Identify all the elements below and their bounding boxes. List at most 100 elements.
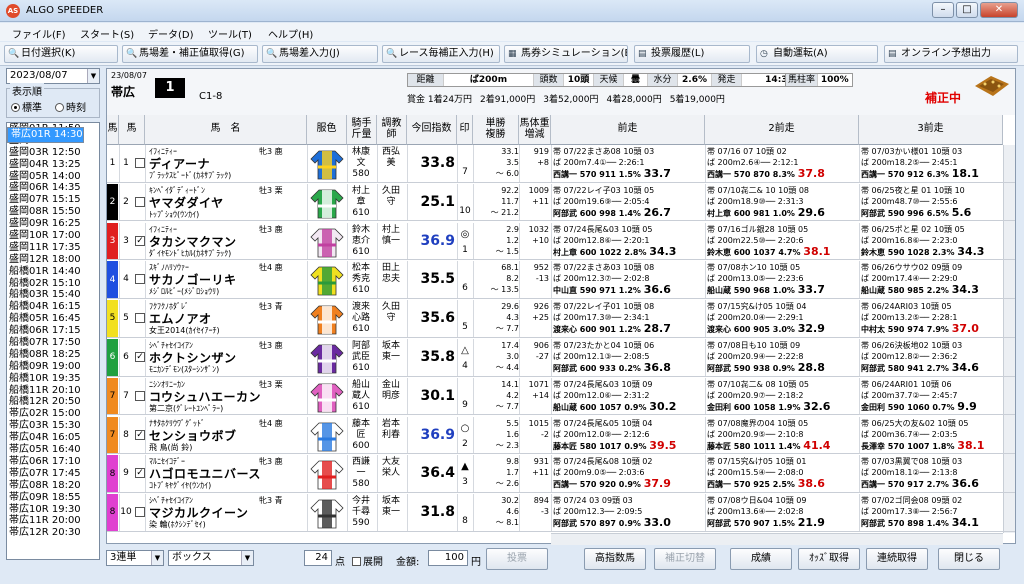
prev-race-1[interactable]: 帯 07/22まさあ08 10頭 03 ば 200m7.4①── 2:26:1 西講… (553, 146, 705, 180)
bet-mode-select[interactable]: ボックス ▼ (168, 550, 254, 566)
prev-race-2[interactable]: 帯 07/08ウ日&04 10頭 09 ば 200m13.6④── 2:02:8 阿… (707, 495, 859, 529)
results-button[interactable]: 成績 (730, 548, 792, 570)
prev-race-2[interactable]: 帯 07/08ホン10 10頭 05 ば 200m13.0⑤── 2:23:6 船山… (707, 262, 859, 296)
prev-race-3[interactable]: 帯 06/25ポと星 02 10頭 05 ば 200m16.8⑥── 2:23:0… (861, 224, 1001, 258)
race-list-item[interactable]: 船橋06R 17:15 (7, 325, 99, 337)
race-list-item[interactable]: 船橋02R 15:10 (7, 278, 99, 290)
race-list-item[interactable]: 帯広12R 20:30 (7, 527, 99, 539)
prev-race-2[interactable]: 帯 07/08日も10 10頭 09 ば 200m20.9④── 2:22:8 阿部… (707, 340, 859, 374)
tenkai-checkbox[interactable]: 展開 (352, 553, 383, 568)
ticket-simulation-button[interactable]: ▦ 馬券シミュレーション(B) (504, 45, 628, 63)
prev-race-1[interactable]: 帯 07/23たかと04 10頭 06 ば 200m12.1③── 2:08:5 阿… (553, 340, 705, 374)
prev-race-2[interactable]: 帯 07/15究&け05 10頭 01 ば 200m15.5④── 2:08:0 西… (707, 456, 859, 490)
amount-input[interactable]: 100 (428, 550, 468, 566)
horse-row[interactable]: 1 1 ｲﾌｨﾆﾃｨｰ ディアーナ ﾌﾞﾗｯｸｽﾋﾟｰﾄﾞ(ｶﾈｻﾌﾞﾗｯｸ) 牝3 鹿林… (107, 145, 1015, 183)
prev-race-2[interactable]: 帯 07/10㐂二& 10 10頭 08 ば 200m18.9⑩── 2:31:3… (707, 185, 859, 219)
race-list-item[interactable]: 船橋10R 19:35 (7, 373, 99, 385)
race-list-item[interactable]: 盛岡05R 14:00 (7, 171, 99, 183)
race-list-item[interactable]: 船橋04R 16:15 (7, 301, 99, 313)
date-picker[interactable]: 2023/08/07 ▼ (6, 68, 100, 84)
race-list-item[interactable]: 盛岡10R 17:00 (7, 230, 99, 242)
sort-time-radio[interactable]: 時刻 (55, 99, 86, 114)
prev-race-1[interactable]: 帯 07/24長尾&03 10頭 05 ば 200m12.8⑥── 2:20:1 村… (553, 224, 705, 258)
date-select-button[interactable]: 🔍 日付選択(K) (4, 45, 118, 63)
race-list-item[interactable]: 船橋12R 20:50 (7, 396, 99, 408)
race-list-item[interactable]: 盛岡07R 15:15 (7, 194, 99, 206)
menu-file[interactable]: ファイル(F) (12, 26, 66, 41)
prev-race-3[interactable]: 帯 07/02ゴ同会08 09頭 02 ば 200m17.3⑧── 2:56:7 阿… (861, 495, 1001, 529)
race-list-item[interactable]: 船橋11R 20:10 (7, 385, 99, 397)
close-window-button[interactable]: ✕ (980, 2, 1018, 18)
select-checkbox[interactable] (135, 390, 145, 401)
odds-fetch-button[interactable]: ｵｯｽﾞ取得 (798, 548, 860, 570)
prev-race-3[interactable]: 帯 06/25大の友&02 10頭 05 ば 200m36.7④── 2:03:5… (861, 418, 1001, 452)
horse-row[interactable]: 8 10 ｼﾍﾞﾁｬｾｲｺｲｱﾝ マジカルクイーン染 輪(ﾎｸｼﾝﾃﾞｾｲ) 牝3 青今… (107, 494, 1015, 532)
race-list-item[interactable]: 船橋08R 18:25 (7, 349, 99, 361)
prev-race-2[interactable]: 帯 07/10㐂二& 08 10頭 05 ば 200m20.9⑦── 2:18:2… (707, 379, 859, 413)
race-list-item[interactable]: 帯広04R 16:05 (7, 432, 99, 444)
online-forecast-button[interactable]: ▤ オンライン予想出力 (884, 45, 1018, 63)
race-list-item[interactable]: 盛岡04R 13:25 (7, 159, 99, 171)
prev-race-2[interactable]: 帯 07/08魔界の04 10頭 05 ば 200m20.9⑤── 2:10:8 藤… (707, 418, 859, 452)
prev-race-1[interactable]: 帯 07/24長尾&03 10頭 09 ば 200m12.0⑥── 2:31:2 船… (553, 379, 705, 413)
menu-data[interactable]: データ(D) (148, 26, 194, 41)
vote-button[interactable]: 投票 (486, 548, 548, 570)
race-list-item[interactable]: 帯広08R 18:20 (7, 480, 99, 492)
correction-toggle-button[interactable]: 補正切替 (654, 548, 716, 570)
race-list-item[interactable]: 船橋09R 19:00 (7, 361, 99, 373)
menu-tools[interactable]: ツール(T) (208, 26, 252, 41)
select-checkbox[interactable] (135, 313, 145, 324)
menu-help[interactable]: ヘルプ(H) (268, 26, 313, 41)
horse-row[interactable]: 7 7 ﾆｼﾝｵﾘﾆｰｶﾝ コウシュハエーカン 第二京(ｸﾞﾚｰﾄﾕﾝﾍﾟﾗｰ) 牡3 栗… (107, 377, 1015, 416)
race-list-item[interactable]: 船橋07R 17:50 (7, 337, 99, 349)
prev-race-3[interactable]: 帯 06/26ウサウ02 09頭 09 ば 200m17.4④── 2:29:0 船… (861, 262, 1001, 296)
race-list-item[interactable]: 船橋01R 14:40 (7, 266, 99, 278)
race-list-item[interactable]: 帯広07R 17:45 (7, 468, 99, 480)
prev-race-1[interactable]: 帯 07/22レイ子01 10頭 08 ば 200m17.3⑩── 2:34:1 渡… (553, 301, 705, 335)
high-index-button[interactable]: 高指数馬 (584, 548, 646, 570)
auto-run-button[interactable]: ◷ 自動運転(A) (756, 45, 878, 63)
horse-row[interactable]: 3 3 ✓ ｲﾌｨﾆﾃｨｰ タカシマクマン ﾀﾞｲﾔﾓﾝﾄﾞﾋｶﾙ(ｶﾈｻﾌﾞﾗｯｸ) 牡3… (107, 222, 1015, 261)
race-list-item[interactable]: 盛岡11R 17:35 (7, 242, 99, 254)
prev-race-1[interactable]: 帯 07/22まさあ03 10頭 08 ば 200m12.3⑦── 2:02:8 中… (553, 262, 705, 296)
prev-race-3[interactable]: 帯 06/24ARI01 10頭 06 ば 200m37.7②── 2:45:7 金… (861, 379, 1001, 413)
race-list-item[interactable]: 帯広03R 15:30 (7, 420, 99, 432)
prev-race-2[interactable]: 帯 07/16ゴル銀28 10頭 05 ば 200m22.5⑩── 2:20:6 鈴… (707, 224, 859, 258)
minimize-button[interactable]: – (932, 2, 954, 18)
prediction-mark[interactable]: ▲ (459, 461, 471, 472)
race-correction-button[interactable]: 🔍 レース毎補正入力(H) (382, 45, 500, 63)
prev-race-3[interactable]: 帯 07/03かい様01 10頭 03 ば 200m18.2⑤── 2:45:1 西… (861, 146, 1001, 180)
horse-row[interactable]: 2 2 ｷﾝﾍﾟｲﾀﾞﾃﾞｨｰﾄﾞﾝ ヤマダダイヤ ﾄｯﾌﾟｼｮｳ(ｳﾝｶｲ) 牡3 栗村… (107, 183, 1015, 222)
prev-race-2[interactable]: 帯 07/16 07 10頭 02 ば 200m2.6④── 2:12:1 西講一 … (707, 146, 859, 180)
race-list-item[interactable]: 帯広05R 16:40 (7, 444, 99, 456)
horse-row[interactable]: 8 9 ✓ ﾏﾙﾆｾｲｺﾃﾞｰ ハゴロモユニバース ｺﾄﾌﾞｷﾔｸﾞｲﾔ(ｳﾝｶｲ) 牝3 … (107, 455, 1015, 493)
select-checkbox[interactable] (135, 507, 145, 518)
prediction-mark[interactable]: ○ (459, 423, 471, 434)
track-bias-fetch-button[interactable]: 🔍 馬場差・補正値取得(G) (122, 45, 258, 63)
prev-race-2[interactable]: 帯 07/15究&け05 10頭 04 ば 200m20.0④── 2:29:1 渡… (707, 301, 859, 335)
race-list-item[interactable]: 帯広09R 18:55 (7, 492, 99, 504)
chevron-down-icon[interactable]: ▼ (87, 69, 99, 83)
prediction-mark[interactable]: △ (459, 345, 471, 356)
race-list-item[interactable]: 盛岡09R 16:25 (7, 218, 99, 230)
select-checkbox[interactable]: ✓ (135, 429, 145, 440)
prev-race-3[interactable]: 帯 06/25夜と星 01 10頭 10 ば 200m48.7⑩── 2:55:6… (861, 185, 1001, 219)
horse-row[interactable]: 4 4 ｽｷﾞﾉﾊﾘｿｳｧｰ サカノゴーリキ ﾒｼﾞﾛﾙﾋﾞｰ(ﾒｼﾞﾛｼｮｳﾘ) 牡4 … (107, 261, 1015, 299)
race-list-item[interactable]: 帯広02R 15:00 (7, 408, 99, 420)
race-list-item[interactable]: 帯広06R 17:10 (7, 456, 99, 468)
prev-race-3[interactable]: 帯 07/03黒翼で08 10頭 03 ば 200m18.1②── 2:13:8 西… (861, 456, 1001, 490)
sort-standard-radio[interactable]: 標準 (11, 99, 42, 114)
select-checkbox[interactable] (135, 158, 145, 168)
maximize-button[interactable]: □ (956, 2, 978, 18)
vote-history-button[interactable]: ▤ 投票履歴(L) (634, 45, 750, 63)
race-list-item[interactable]: 盛岡08R 15:50 (7, 206, 99, 218)
prev-race-3[interactable]: 帯 06/26決板地02 10頭 03 ば 200m12.8②── 2:36:2 阿… (861, 340, 1001, 374)
race-list-item[interactable]: 盛岡03R 12:50 (7, 147, 99, 159)
horse-row[interactable]: 6 6 ✓ ｼﾍﾞﾁｬｾｲｺｲｱﾝ ホクトシンザン ﾓﾆｶﾝﾃﾞﾓﾝ(ｽﾀｰｼﾝｻﾞﾝ) 牡… (107, 339, 1015, 377)
prediction-mark[interactable]: ◎ (459, 229, 471, 240)
select-checkbox[interactable]: ✓ (135, 352, 145, 362)
horse-row[interactable]: 7 8 ✓ ﾅｻﾀﾎｸﾘｳﾜﾞｸﾞｯﾄﾞ センショウボブ飛 鳥(尚 鈴) 牡4 鹿藤本 匠… (107, 416, 1015, 455)
race-list-item[interactable]: 帯広11R 20:00 (7, 515, 99, 527)
race-list[interactable]: 盛岡01R 11:50盛岡02R 12:20盛岡03R 12:50盛岡04R 1… (6, 122, 100, 560)
race-list-item[interactable]: 帯広10R 19:30 (7, 504, 99, 516)
